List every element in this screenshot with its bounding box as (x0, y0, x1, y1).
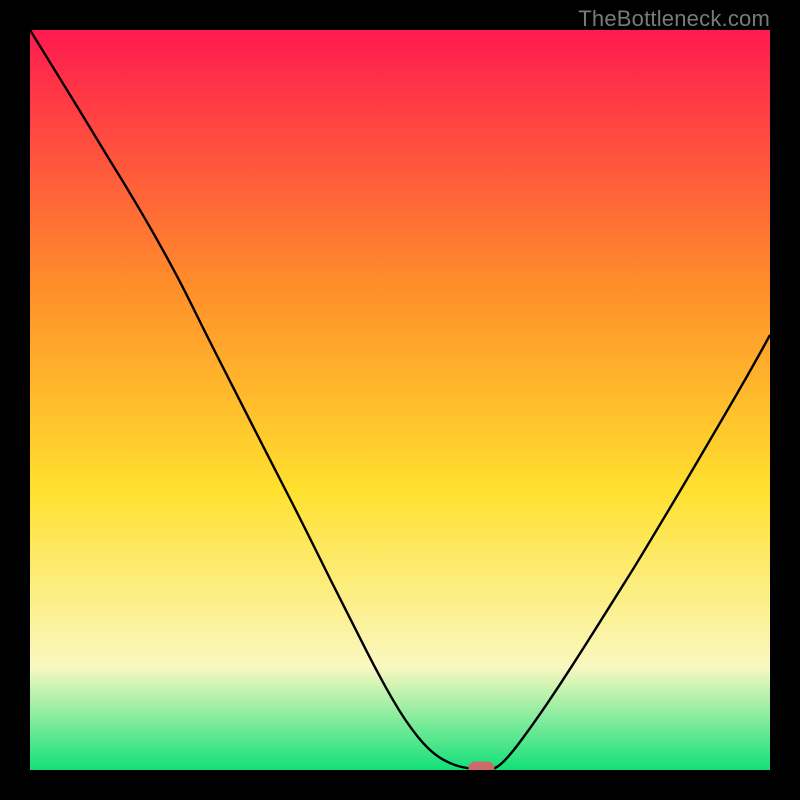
optimum-marker (468, 762, 494, 771)
watermark-text: TheBottleneck.com (578, 6, 770, 32)
chart-stage: TheBottleneck.com (0, 0, 800, 800)
plot-area (30, 30, 770, 770)
gradient-background (30, 30, 770, 770)
chart-svg (30, 30, 770, 770)
